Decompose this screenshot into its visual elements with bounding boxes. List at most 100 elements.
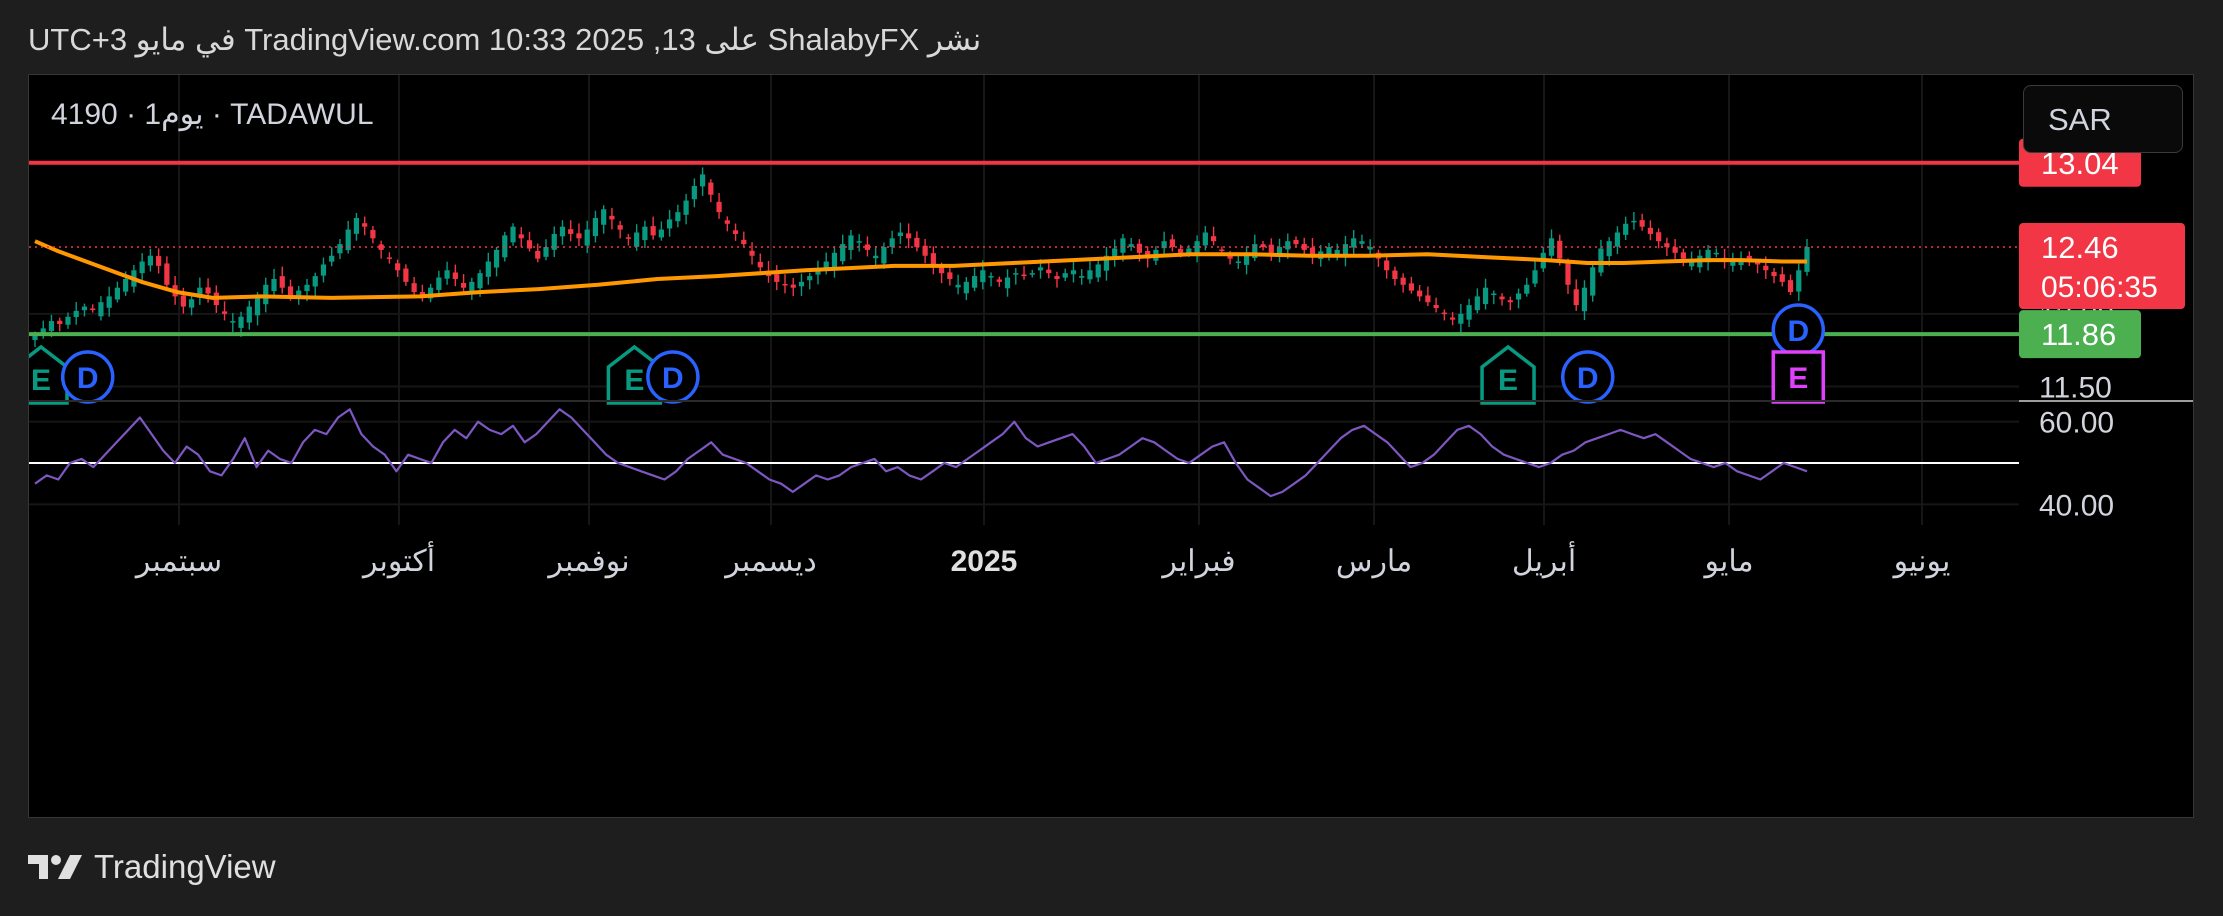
candle[interactable] (1046, 262, 1052, 279)
candle[interactable] (436, 270, 442, 295)
candle[interactable] (691, 178, 697, 208)
candle[interactable] (1260, 240, 1266, 251)
candle[interactable] (988, 272, 994, 287)
candle[interactable] (106, 286, 112, 317)
candle[interactable] (411, 276, 417, 296)
candle[interactable] (428, 283, 434, 303)
candle[interactable] (757, 253, 763, 272)
candle[interactable] (1054, 271, 1060, 288)
candle[interactable] (378, 240, 384, 259)
candle[interactable] (774, 265, 780, 291)
candle[interactable] (1787, 274, 1794, 296)
candle[interactable] (139, 253, 145, 283)
candle[interactable] (1639, 213, 1645, 231)
candle[interactable] (1466, 298, 1472, 328)
candle[interactable] (1392, 266, 1398, 286)
candle[interactable] (1730, 252, 1736, 272)
candle[interactable] (1804, 238, 1810, 276)
candle[interactable] (1326, 242, 1332, 261)
candle[interactable] (1672, 239, 1678, 260)
candle[interactable] (419, 284, 425, 302)
candle[interactable] (1796, 263, 1802, 301)
candle[interactable] (906, 223, 912, 249)
candle[interactable] (798, 273, 805, 296)
candle[interactable] (716, 193, 722, 219)
candle[interactable] (345, 220, 351, 254)
candle[interactable] (1021, 265, 1027, 280)
candle[interactable] (1004, 269, 1011, 297)
candle[interactable] (485, 252, 491, 285)
candle[interactable] (1087, 261, 1093, 284)
currency-button[interactable]: SAR (2023, 85, 2183, 153)
candle[interactable] (708, 179, 714, 203)
candle[interactable] (675, 204, 681, 228)
candle[interactable] (1425, 286, 1431, 307)
candle[interactable] (642, 220, 648, 249)
candle[interactable] (749, 242, 755, 265)
candle[interactable] (370, 226, 376, 244)
candle[interactable] (337, 238, 343, 260)
candle[interactable] (1112, 239, 1118, 267)
chart-canvas[interactable]: 12.0011.5013.0411.8612.4605:06:35EDEDEDD… (29, 75, 2194, 818)
candle[interactable] (510, 223, 516, 246)
dividend-marker[interactable]: D (646, 350, 700, 404)
candle[interactable] (1351, 229, 1357, 254)
candle[interactable] (1309, 238, 1316, 265)
candle[interactable] (1515, 288, 1522, 309)
candle[interactable] (831, 246, 838, 278)
candle[interactable] (971, 267, 978, 292)
candle[interactable] (658, 221, 664, 241)
symbol-info[interactable]: 4190 · يوم1 · TADAWUL (51, 97, 374, 132)
candle[interactable] (1631, 211, 1637, 230)
candle[interactable] (1169, 234, 1175, 252)
candle[interactable] (320, 257, 327, 283)
candle[interactable] (1647, 220, 1654, 241)
candle[interactable] (568, 220, 574, 242)
candle[interactable] (526, 231, 533, 252)
candle[interactable] (807, 272, 813, 290)
candle[interactable] (609, 207, 615, 230)
candle[interactable] (1210, 226, 1217, 246)
candle[interactable] (98, 296, 104, 321)
candle[interactable] (73, 302, 79, 325)
candle[interactable] (1713, 248, 1719, 258)
candle[interactable] (848, 229, 854, 260)
candle[interactable] (914, 231, 920, 252)
candle[interactable] (1062, 268, 1068, 282)
candle[interactable] (1417, 285, 1423, 302)
candle[interactable] (1499, 293, 1505, 306)
candle[interactable] (732, 223, 739, 241)
candle[interactable] (518, 227, 524, 248)
candle[interactable] (551, 226, 557, 258)
candle[interactable] (947, 265, 953, 286)
candle[interactable] (1590, 262, 1596, 302)
candle[interactable] (1598, 239, 1604, 277)
candle[interactable] (930, 246, 936, 275)
candle[interactable] (1103, 246, 1110, 281)
candle[interactable] (724, 216, 730, 232)
candle[interactable] (197, 277, 203, 305)
candle[interactable] (617, 220, 623, 239)
candle[interactable] (996, 276, 1002, 287)
candle[interactable] (1433, 297, 1439, 313)
candle[interactable] (1548, 229, 1555, 261)
candle[interactable] (683, 193, 689, 225)
candle[interactable] (312, 272, 318, 297)
candle[interactable] (840, 234, 846, 265)
candle[interactable] (1384, 255, 1390, 279)
candle[interactable] (147, 248, 153, 272)
candle[interactable] (469, 277, 475, 300)
candle[interactable] (1029, 269, 1035, 278)
candle[interactable] (963, 277, 969, 301)
candle[interactable] (650, 216, 656, 240)
candle[interactable] (230, 312, 236, 332)
candle[interactable] (1128, 238, 1134, 251)
candle[interactable] (1276, 238, 1283, 263)
candle[interactable] (559, 220, 566, 245)
candle[interactable] (625, 234, 632, 246)
candle[interactable] (1408, 276, 1414, 294)
candle[interactable] (65, 312, 71, 329)
candle[interactable] (1705, 245, 1711, 271)
candle[interactable] (1680, 248, 1686, 267)
candle[interactable] (955, 274, 961, 295)
